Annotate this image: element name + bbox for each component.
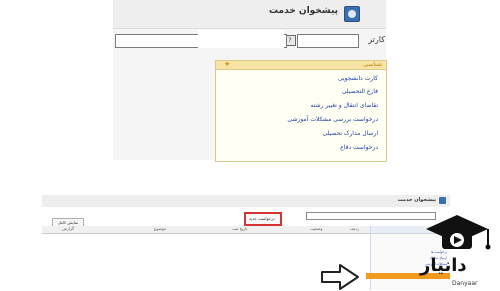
menu-item-transfer[interactable]: تقاضای انتقال و تغییر رشته (311, 102, 379, 109)
top-header: پیشخوان خدمت (113, 0, 386, 29)
bottom-search-input[interactable] (306, 212, 436, 220)
bottom-page-title: پیشخوان خدمت (397, 197, 436, 203)
redaction-box (198, 30, 284, 48)
column-header: تاریخ ثبت (232, 226, 248, 231)
column-header: گزارش (62, 226, 75, 231)
page-title: پیشخوان خدمت (268, 6, 338, 16)
menu-item-send-documents[interactable]: ارسال مدارک تحصیلی (323, 130, 378, 137)
pointer-arrow-icon (321, 264, 359, 290)
column-header: موضوع (154, 226, 167, 231)
watermark-logo-text: دانیار (420, 255, 467, 276)
keyword-label: کارتر (368, 35, 385, 44)
menu-item-student-card[interactable]: کارت دانشجویی (338, 75, 378, 82)
column-header: وضعیت (310, 226, 323, 231)
bottom-header: پیشخوان خدمت (42, 195, 450, 207)
menu-header: شناسی ★ (216, 60, 386, 70)
menu-item-educational-issues[interactable]: درخواست بررسی مشکلات آموزشی (287, 116, 378, 123)
menu-header-label: شناسی (363, 61, 382, 68)
keyword-input[interactable] (297, 34, 359, 48)
menu-item-graduation[interactable]: فارغ التحصیلی (342, 88, 378, 95)
service-logo-icon (344, 6, 360, 22)
menu-item-defense-request[interactable]: درخواست دفاع (340, 144, 378, 151)
new-request-label: درخواست جدید (249, 216, 275, 221)
star-icon: ★ (224, 60, 231, 68)
service-logo-icon (439, 197, 446, 204)
column-header: ردیف (350, 226, 359, 231)
top-panel: پیشخوان خدمت کارتر ? شناسی ★ کارت دانشجو… (113, 0, 387, 162)
new-request-button[interactable]: درخواست جدید (244, 212, 282, 226)
service-menu: شناسی ★ کارت دانشجویی فارغ التحصیلی تقاض… (215, 60, 387, 162)
watermark-logo-icon (426, 215, 491, 250)
watermark-logo-subtext: Danyaar (452, 280, 478, 287)
